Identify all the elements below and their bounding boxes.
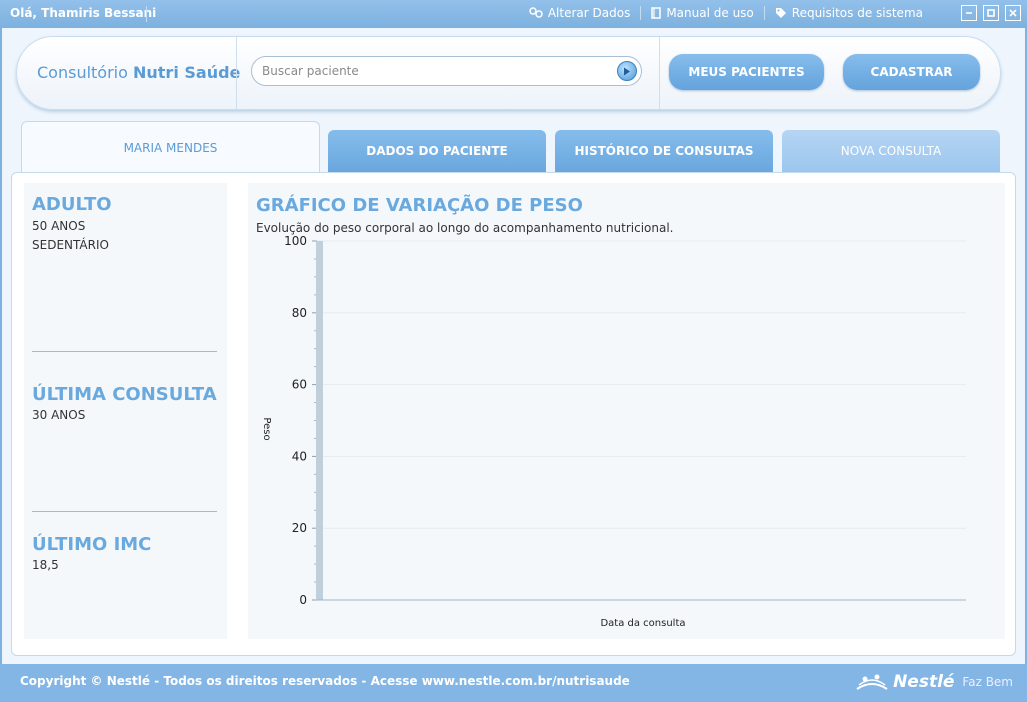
patient-summary: ADULTO 50 ANOS SEDENTÁRIO ÚLTIMA CONSULT… <box>24 183 227 639</box>
title-bar: Olá, Thamiris Bessani Alterar Dados Manu… <box>0 0 1027 28</box>
copyright-text: Copyright © Nestlé - Todos os direitos r… <box>20 674 630 688</box>
tab-nova-consulta[interactable]: NOVA CONSULTA <box>782 130 1000 172</box>
divider <box>236 37 237 109</box>
last-consult-value: 30 ANOS <box>32 408 86 422</box>
search-button[interactable] <box>617 61 637 81</box>
maximize-icon <box>987 9 995 17</box>
header-bar: Consultório Nutri Saúde MEUS PACIENTES C… <box>16 36 1001 110</box>
tab-historico-de-consultas[interactable]: HISTÓRICO DE CONSULTAS <box>555 130 773 172</box>
footer: Copyright © Nestlé - Todos os direitos r… <box>0 664 1027 702</box>
minimize-button[interactable] <box>961 5 977 21</box>
cadastrar-button[interactable]: CADASTRAR <box>843 54 980 90</box>
users-icon <box>529 7 543 18</box>
window-controls <box>961 5 1021 21</box>
y-axis-label: Peso <box>261 417 272 440</box>
divider <box>146 6 147 22</box>
last-imc-heading: ÚLTIMO IMC <box>32 534 152 555</box>
brand-name: Nutri Saúde <box>133 63 241 82</box>
divider <box>32 511 217 512</box>
y-tick-label: 60 <box>292 378 307 392</box>
main-panel: Consultório Nutri Saúde MEUS PACIENTES C… <box>2 28 1025 664</box>
chart-axes: 0 20 40 60 80 100 <box>284 234 966 607</box>
y-tick-label: 80 <box>292 306 307 320</box>
brand-prefix: Consultório <box>37 63 128 82</box>
x-axis-label: Data da consulta <box>600 618 685 629</box>
chart-grid <box>317 240 966 529</box>
nestle-brand: Nestlé <box>893 672 955 692</box>
bird-nest-icon <box>856 674 888 690</box>
tab-dados-do-paciente[interactable]: DADOS DO PACIENTE <box>328 130 546 172</box>
top-links: Alterar Dados Manual de uso Requisitos d… <box>519 6 933 20</box>
requisitos-label: Requisitos de sistema <box>791 6 923 20</box>
y-tick-label: 40 <box>292 449 307 463</box>
patient-age: 50 ANOS <box>32 219 86 233</box>
close-button[interactable] <box>1005 5 1021 21</box>
divider <box>659 37 660 109</box>
patient-category: ADULTO <box>32 194 112 215</box>
nestle-logo: Nestlé Faz Bem <box>855 671 1013 693</box>
tab-patient-name[interactable]: MARIA MENDES <box>21 121 320 173</box>
manual-de-uso-label: Manual de uso <box>666 6 754 20</box>
y-tick-label: 100 <box>284 234 307 248</box>
weight-chart: 0 20 40 60 80 100 Data da consulta Peso <box>261 234 966 629</box>
y-axis <box>316 241 323 600</box>
greeting-text: Olá, Thamiris Bessani <box>10 6 157 20</box>
search-input[interactable] <box>262 62 602 80</box>
search-box <box>251 56 642 86</box>
meus-pacientes-button[interactable]: MEUS PACIENTES <box>669 54 824 90</box>
last-consult-heading: ÚLTIMA CONSULTA <box>32 384 217 405</box>
play-icon <box>624 67 630 75</box>
patient-activity: SEDENTÁRIO <box>32 238 109 252</box>
book-icon <box>651 7 662 19</box>
alterar-dados-label: Alterar Dados <box>547 6 631 20</box>
manual-de-uso-link[interactable]: Manual de uso <box>640 6 763 20</box>
maximize-button[interactable] <box>983 5 999 21</box>
nestle-slogan: Faz Bem <box>962 675 1013 689</box>
last-imc-value: 18,5 <box>32 558 59 572</box>
content-card: ADULTO 50 ANOS SEDENTÁRIO ÚLTIMA CONSULT… <box>11 172 1016 656</box>
y-tick-label: 20 <box>292 521 307 535</box>
alterar-dados-link[interactable]: Alterar Dados <box>519 6 640 20</box>
minimize-icon <box>966 12 972 14</box>
weight-chart-panel: GRÁFICO DE VARIAÇÃO DE PESO Evolução do … <box>248 183 1005 639</box>
app-logo: Consultório Nutri Saúde <box>37 63 240 82</box>
y-tick-label: 0 <box>299 593 307 607</box>
close-icon <box>1009 9 1017 17</box>
divider <box>32 351 217 352</box>
tag-icon <box>775 8 786 18</box>
requisitos-link[interactable]: Requisitos de sistema <box>763 6 933 20</box>
